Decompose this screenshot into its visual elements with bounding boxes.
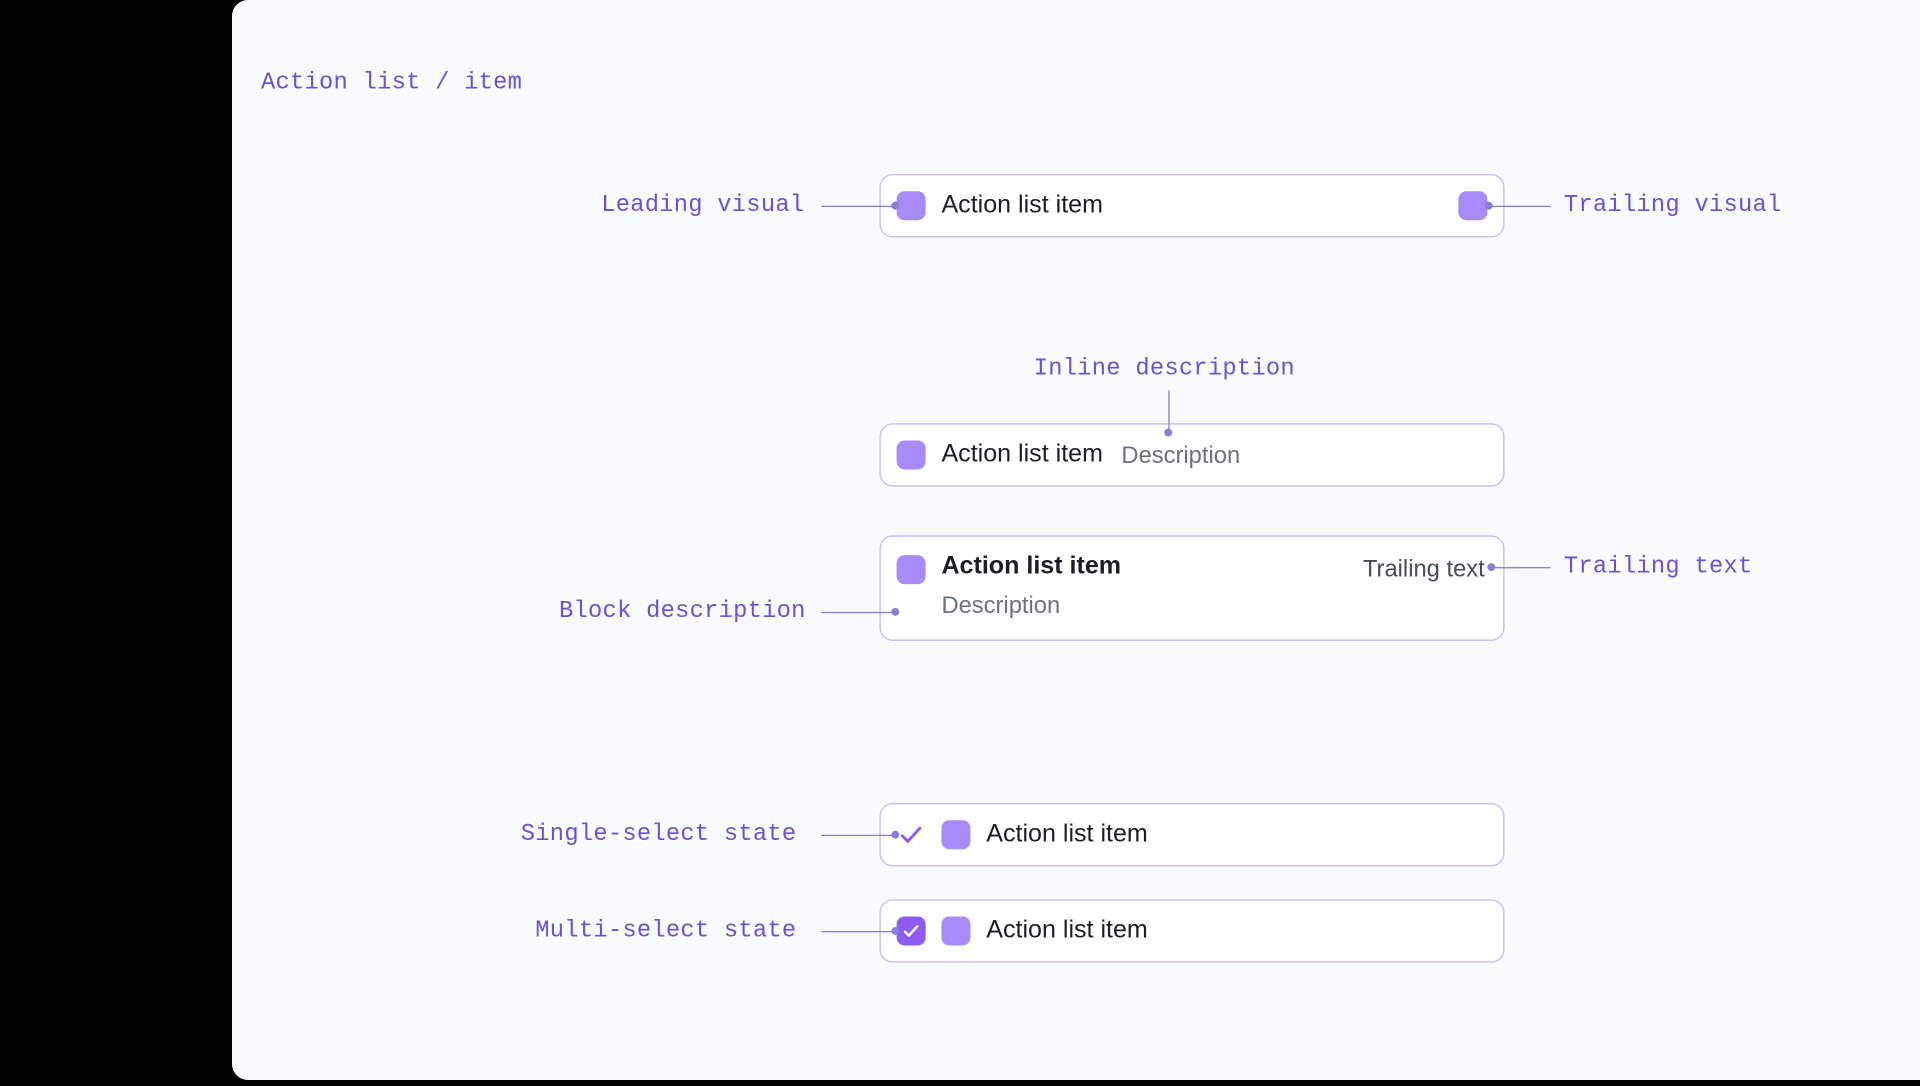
connector-line — [821, 835, 895, 836]
page-title: Action list / item — [261, 70, 522, 96]
annotation-inline-description: Inline description — [1034, 356, 1295, 382]
annotation-trailing-text: Trailing text — [1564, 554, 1753, 580]
leading-visual-swatch — [941, 820, 970, 849]
annotation-multi-select: Multi-select state — [535, 918, 796, 944]
action-list-item-basic[interactable]: Action list item — [879, 174, 1504, 237]
item-text-column: Action list item Description — [941, 553, 1121, 620]
item-label: Action list item — [941, 191, 1103, 220]
item-block-description: Description — [941, 592, 1121, 620]
connector-line — [821, 931, 895, 932]
connector-line — [1168, 390, 1169, 432]
action-list-item-multi-select[interactable]: Action list item — [879, 899, 1504, 962]
action-list-item-block-desc[interactable]: Action list item Description Trailing te… — [879, 535, 1504, 640]
annotation-single-select: Single-select state — [521, 822, 797, 848]
item-label: Action list item — [941, 553, 1121, 582]
action-list-item-inline-desc[interactable]: Action list item Description — [879, 423, 1504, 486]
connector-dot — [1487, 563, 1495, 571]
connector-dot — [891, 608, 899, 616]
connector-dot — [891, 927, 899, 935]
checkbox-checked-icon — [897, 916, 926, 945]
connector-line — [821, 612, 895, 613]
connector-line — [1491, 567, 1550, 568]
connector-line — [821, 206, 895, 207]
annotation-trailing-visual: Trailing visual — [1564, 193, 1782, 219]
action-list-item-single-select[interactable]: Action list item — [879, 803, 1504, 866]
leading-visual-swatch — [897, 555, 926, 584]
item-label: Action list item — [941, 440, 1103, 469]
leading-visual-swatch — [897, 191, 926, 220]
connector-dot — [1164, 429, 1172, 437]
item-trailing-text: Trailing text — [1363, 555, 1485, 583]
connector-dot — [891, 831, 899, 839]
diagram-frame: Action list / item Action list item Lead… — [232, 0, 1920, 1080]
trailing-visual-swatch — [1458, 191, 1487, 220]
item-inline-description: Description — [1121, 441, 1240, 469]
item-label: Action list item — [986, 916, 1148, 945]
leading-visual-swatch — [897, 440, 926, 469]
connector-dot — [891, 202, 899, 210]
connector-line — [1489, 206, 1551, 207]
item-label: Action list item — [986, 820, 1148, 849]
check-icon — [897, 820, 926, 849]
leading-visual-swatch — [941, 916, 970, 945]
annotation-block-description: Block description — [559, 599, 806, 625]
connector-dot — [1485, 202, 1493, 210]
annotation-leading-visual: Leading visual — [601, 193, 804, 219]
